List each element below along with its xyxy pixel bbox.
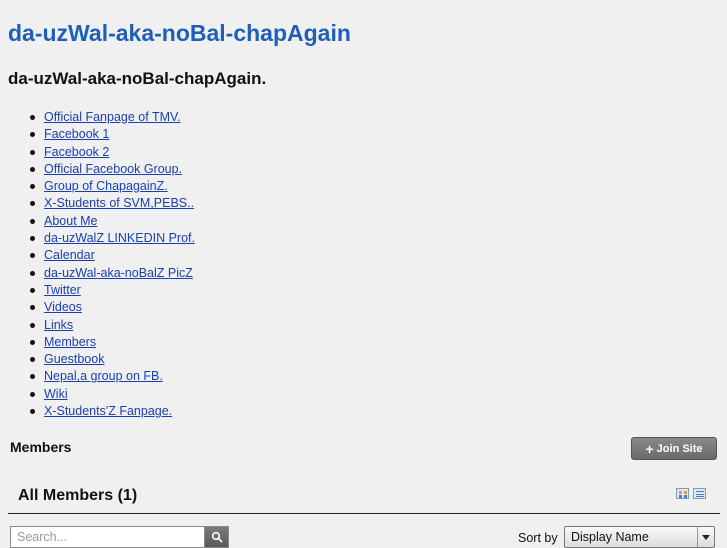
bullet-icon (30, 357, 35, 363)
plus-icon: + (645, 440, 654, 457)
grid-view-icon[interactable] (676, 488, 689, 499)
nav-link[interactable]: Calendar (44, 248, 95, 262)
nav-item: Official Fanpage of TMV. (0, 109, 195, 126)
nav-item: Facebook 2 (0, 144, 195, 161)
nav-link[interactable]: Nepal,a group on FB. (44, 369, 163, 383)
nav-link[interactable]: Official Facebook Group. (44, 162, 182, 176)
nav-item: Official Facebook Group. (0, 161, 195, 178)
nav-link[interactable]: Videos (44, 300, 82, 314)
nav-item: Members (0, 334, 195, 351)
nav-link[interactable]: Official Fanpage of TMV. (44, 110, 181, 124)
nav-item: Guestbook (0, 351, 195, 368)
nav-link[interactable]: X-Students of SVM,PEBS.. (44, 196, 194, 210)
search-button[interactable] (204, 527, 228, 547)
sort-selected-value: Display Name (571, 530, 649, 544)
bullet-icon (30, 322, 35, 328)
search-input[interactable] (11, 527, 204, 547)
nav-link[interactable]: Facebook 2 (44, 145, 109, 159)
bullet-icon (30, 218, 35, 224)
list-view-icon[interactable] (693, 488, 706, 499)
bullet-icon (30, 270, 35, 276)
bullet-icon (30, 253, 35, 259)
sort-by-label: Sort by (518, 531, 558, 545)
nav-item: Links (0, 317, 195, 334)
nav-item: da-uzWalZ LINKEDIN Prof. (0, 230, 195, 247)
nav-link[interactable]: Wiki (44, 387, 68, 401)
nav-link[interactable]: X-Students'Z Fanpage. (44, 404, 172, 418)
chevron-down-icon (697, 527, 714, 547)
nav-link[interactable]: da-uzWalZ LINKEDIN Prof. (44, 231, 195, 245)
bullet-icon (30, 287, 35, 293)
page-title: da-uzWal-aka-noBal-chapAgain. (8, 69, 267, 88)
nav-item: Nepal,a group on FB. (0, 368, 195, 385)
nav-item: About Me (0, 213, 195, 230)
nav-item: Videos (0, 299, 195, 316)
all-members-title: All Members (1) (18, 487, 138, 504)
nav-link[interactable]: About Me (44, 214, 98, 228)
nav-link[interactable]: Guestbook (44, 352, 104, 366)
members-heading: Members (10, 439, 72, 455)
nav-link[interactable]: da-uzWal-aka-noBalZ PicZ (44, 266, 193, 280)
nav-link[interactable]: Twitter (44, 283, 81, 297)
nav-item: X-Students'Z Fanpage. (0, 403, 195, 420)
section-divider (8, 513, 720, 514)
join-site-label: Join Site (656, 442, 703, 455)
view-toggle (676, 488, 706, 499)
nav-link[interactable]: Members (44, 335, 96, 349)
bullet-icon (30, 149, 35, 155)
bullet-icon (30, 201, 35, 207)
nav-link[interactable]: Group of ChapagainZ. (44, 179, 168, 193)
nav-link-list: Official Fanpage of TMV. Facebook 1 Facebo… (0, 109, 195, 420)
nav-item: Twitter (0, 282, 195, 299)
bullet-icon (30, 236, 35, 242)
nav-item: X-Students of SVM,PEBS.. (0, 195, 195, 212)
nav-link[interactable]: Links (44, 318, 73, 332)
join-site-button[interactable]: + Join Site (631, 437, 717, 460)
bullet-icon (30, 374, 35, 380)
nav-item: Wiki (0, 386, 195, 403)
nav-item: Group of ChapagainZ. (0, 178, 195, 195)
bullet-icon (30, 391, 35, 397)
search-icon (211, 531, 223, 543)
nav-link[interactable]: Facebook 1 (44, 127, 109, 141)
bullet-icon (30, 115, 35, 120)
nav-item: Calendar (0, 247, 195, 264)
nav-item: da-uzWal-aka-noBalZ PicZ (0, 265, 195, 282)
bullet-icon (30, 409, 35, 415)
bullet-icon (30, 339, 35, 345)
bullet-icon (30, 166, 35, 172)
site-title[interactable]: da-uzWal-aka-noBal-chapAgain (8, 18, 351, 48)
nav-item: Facebook 1 (0, 126, 195, 143)
bullet-icon (30, 305, 35, 311)
bullet-icon (30, 184, 35, 190)
bullet-icon (30, 132, 35, 138)
